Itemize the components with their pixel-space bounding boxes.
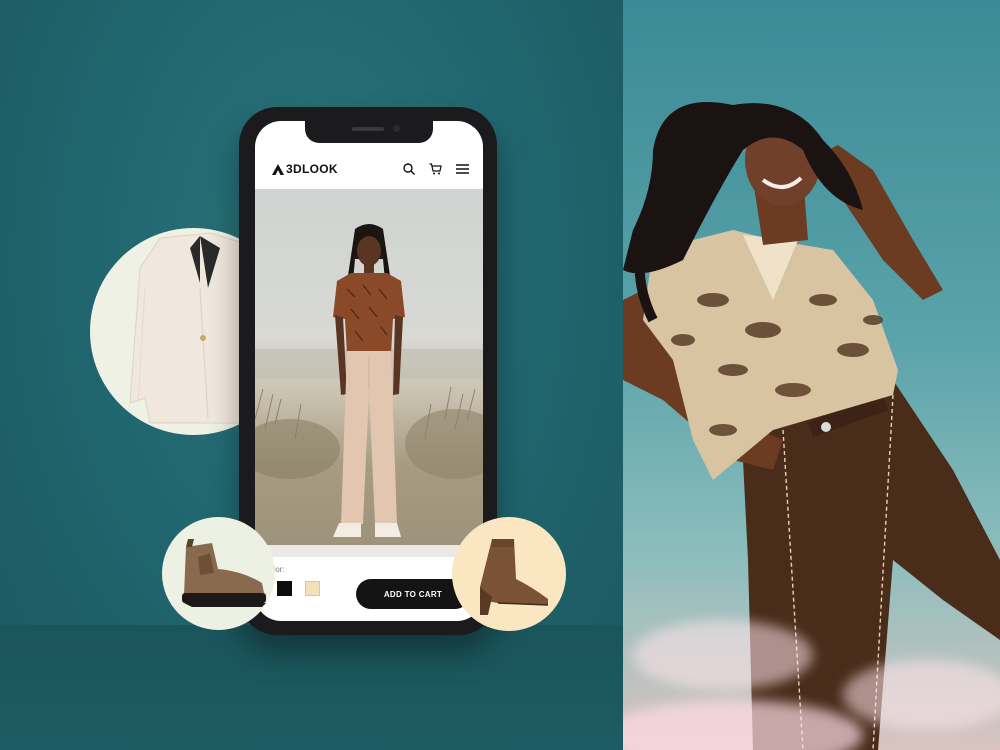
logo-mark-icon [272, 163, 284, 175]
hamburger-menu-icon[interactable] [456, 164, 469, 174]
phone-notch [305, 121, 433, 143]
color-swatch-black[interactable] [277, 581, 292, 596]
chelsea-boot-image [182, 539, 266, 607]
brand-name: 3DLOOK [286, 162, 338, 176]
model-photo-illustration [255, 224, 483, 557]
app-header: 3DLOOK [255, 149, 483, 189]
floor-shadow [0, 625, 623, 750]
cart-icon[interactable] [429, 163, 442, 175]
lifestyle-photo [623, 0, 1000, 750]
brand-logo[interactable]: 3DLOOK [272, 162, 338, 176]
phone-screen: 3DLOOK olor: ADD TO CART [255, 121, 483, 621]
search-icon[interactable] [403, 163, 415, 175]
chelsea-boot-product-circle[interactable] [162, 517, 275, 630]
color-swatch-cream[interactable] [305, 581, 320, 596]
heeled-boot-product-circle[interactable] [452, 517, 566, 631]
heeled-boot-image [480, 539, 549, 615]
product-model-photo [255, 189, 483, 557]
